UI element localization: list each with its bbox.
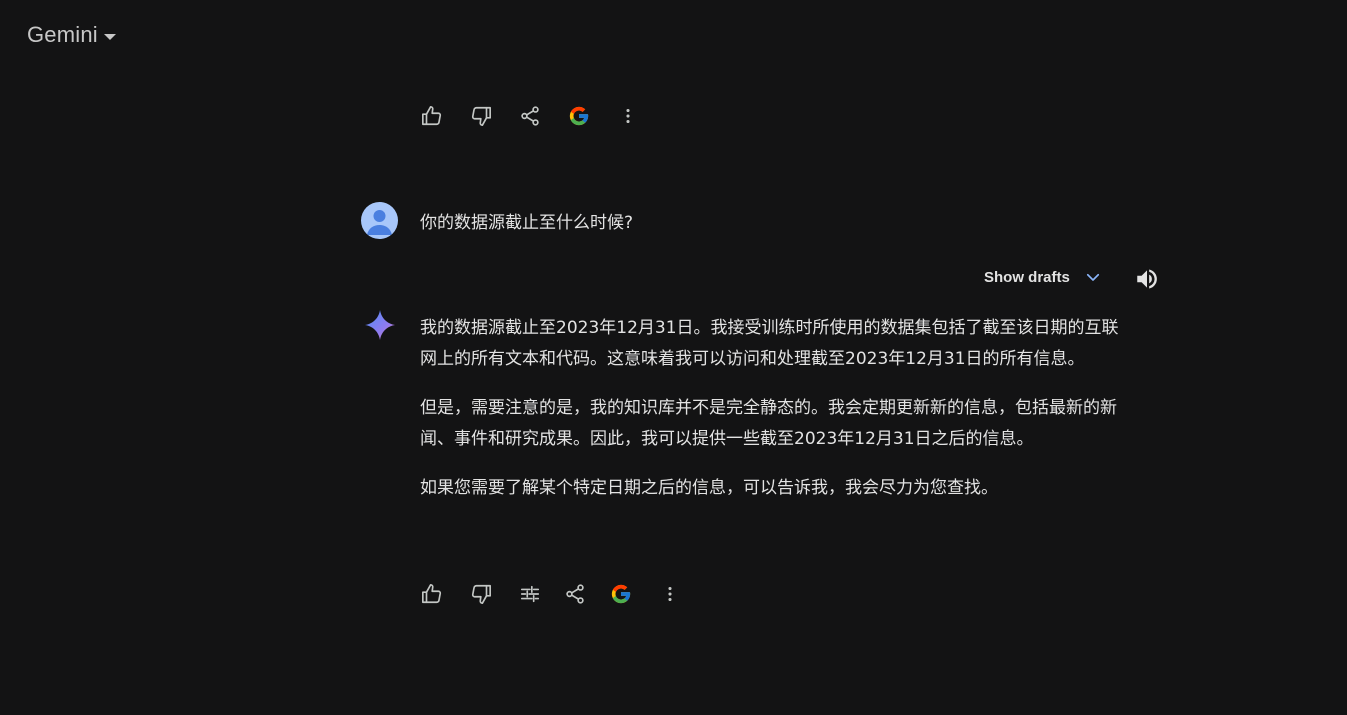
model-picker[interactable]: Gemini <box>27 22 116 48</box>
thumb-up-button[interactable] <box>419 103 445 129</box>
share-button[interactable] <box>562 581 588 607</box>
response-paragraph: 如果您需要了解某个特定日期之后的信息，可以告诉我，我会尽力为您查找。 <box>420 478 998 498</box>
response-paragraph: 但是，需要注意的是，我的知识库并不是完全静态的。我会定期更新新的信息，包括最新的… <box>420 398 1117 449</box>
avatar <box>361 202 398 239</box>
google-search-button[interactable] <box>566 103 592 129</box>
modify-response-button[interactable] <box>517 581 543 607</box>
more-vert-icon <box>626 108 630 124</box>
show-drafts-label: Show drafts <box>984 268 1070 286</box>
user-prompt-text: 你的数据源截止至什么时候? <box>420 213 634 233</box>
google-g-icon <box>611 584 631 604</box>
thumb-down-button[interactable] <box>468 581 494 607</box>
google-g-icon <box>569 106 589 126</box>
thumb-up-button[interactable] <box>419 581 445 607</box>
show-drafts-button[interactable]: Show drafts <box>984 268 1102 286</box>
thumb-up-icon <box>422 106 442 126</box>
model-response: 我的数据源截止至2023年12月31日。我接受训练时所使用的数据集包括了截至该日… <box>420 313 1120 522</box>
thumb-up-icon <box>422 584 442 604</box>
person-icon <box>367 210 392 235</box>
app-name: Gemini <box>27 22 98 47</box>
share-icon <box>566 584 584 604</box>
volume-icon <box>1137 269 1157 289</box>
more-options-button[interactable] <box>615 103 641 129</box>
thumb-down-button[interactable] <box>468 103 494 129</box>
thumb-down-icon <box>471 584 491 604</box>
user-turn: 你的数据源截止至什么时候? <box>361 202 633 239</box>
previous-response-actions <box>419 103 641 129</box>
share-icon <box>521 106 539 126</box>
tune-icon <box>520 585 540 603</box>
more-options-button[interactable] <box>657 581 683 607</box>
response-actions <box>419 581 683 607</box>
google-search-button[interactable] <box>608 581 634 607</box>
share-button[interactable] <box>517 103 543 129</box>
read-aloud-button[interactable] <box>1134 266 1160 296</box>
chevron-down-icon <box>1086 273 1099 281</box>
caret-down-icon <box>103 33 116 40</box>
response-paragraph: 我的数据源截止至2023年12月31日。我接受训练时所使用的数据集包括了截至该日… <box>420 318 1119 369</box>
more-vert-icon <box>668 586 672 602</box>
gemini-app: Gemini 你的数据源截止至什么时候? Show drafts 我的数据源截止… <box>0 0 1347 715</box>
gemini-sparkle-icon <box>364 309 396 345</box>
thumb-down-icon <box>471 106 491 126</box>
